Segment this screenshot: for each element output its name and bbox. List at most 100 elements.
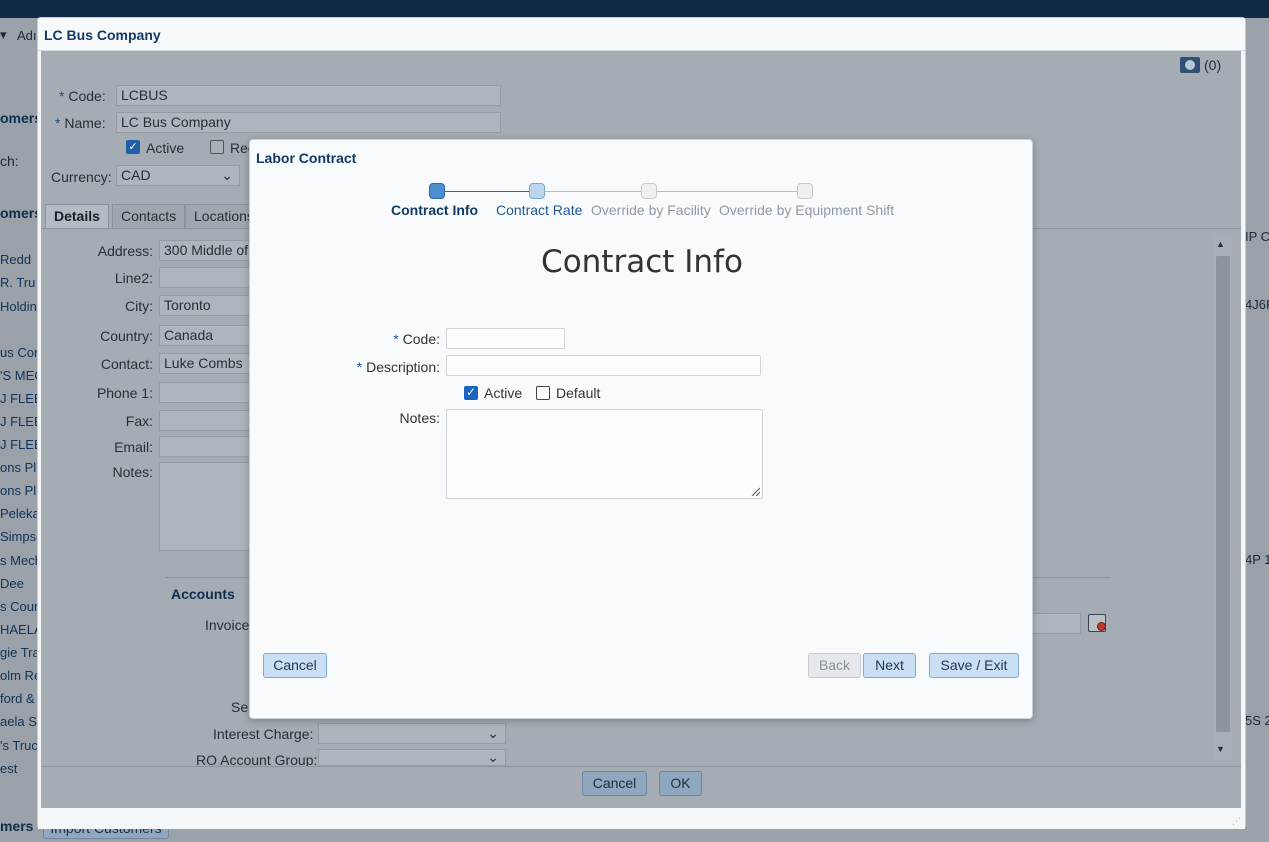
list-item[interactable]: Pelekai <box>0 502 40 525</box>
step-indicator-override-equipment-shift[interactable] <box>797 183 813 199</box>
city-label: City: <box>125 298 153 314</box>
resize-grip-icon[interactable]: ⋰ <box>1232 816 1241 827</box>
step-indicator-override-facility[interactable] <box>641 183 657 199</box>
scroll-down-icon[interactable]: ▼ <box>1216 744 1225 754</box>
active-checkbox[interactable]: ✓ <box>126 140 140 154</box>
labor-contract-dialog: Labor Contract Contract Info Contract Ra… <box>249 139 1033 719</box>
fax-label: Fax: <box>125 413 153 429</box>
list-item[interactable]: Dee <box>0 572 40 595</box>
notes-label: Notes: <box>399 410 440 426</box>
code-field[interactable] <box>446 328 565 349</box>
step-contract-info[interactable]: Contract Info <box>391 202 478 218</box>
address-label: Address: <box>97 243 153 259</box>
notes-field[interactable] <box>159 462 251 551</box>
right-column-fragment: 4J6R <box>1245 297 1269 312</box>
list-item[interactable]: us Cor <box>0 341 40 364</box>
country-field[interactable]: Canada <box>159 325 251 346</box>
list-item[interactable]: Simpso <box>0 525 40 548</box>
name-label: * Name: <box>55 115 106 131</box>
list-item[interactable]: gie Tra <box>0 641 40 664</box>
code-label: * Code: <box>59 88 106 104</box>
step-indicator-contract-info[interactable] <box>429 183 445 199</box>
step-connector <box>443 191 538 192</box>
resize-grip-icon[interactable] <box>750 486 760 496</box>
customers-list-heading-fragment: omers <box>0 205 43 221</box>
interest-charge-select[interactable]: ⌄ <box>318 723 506 744</box>
description-field[interactable] <box>446 355 761 376</box>
step-override-equipment-shift[interactable]: Override by Equipment Shift <box>719 202 894 218</box>
rec-checkbox[interactable] <box>210 140 224 154</box>
app-top-bar <box>0 0 1269 18</box>
list-item[interactable]: ford & <box>0 687 40 710</box>
list-item[interactable]: est <box>0 757 40 780</box>
scroll-up-icon[interactable]: ▲ <box>1216 239 1225 249</box>
code-label: * Code: <box>393 331 440 347</box>
notes-label: Notes: <box>112 464 153 480</box>
contact-label: Contact: <box>100 356 153 372</box>
address-field[interactable]: 300 Middle of <box>159 240 251 261</box>
tab-contacts[interactable]: Contacts <box>112 204 186 228</box>
list-item[interactable]: ons Pl <box>0 456 40 479</box>
step-override-facility[interactable]: Override by Facility <box>591 202 711 218</box>
line2-label: Line2: <box>114 270 153 286</box>
ro-account-group-label: RO Account Group: <box>196 752 318 766</box>
list-item[interactable]: J FLEE <box>0 387 40 410</box>
step-contract-rate[interactable]: Contract Rate <box>496 202 582 218</box>
list-item[interactable]: HAELA <box>0 618 40 641</box>
invoice-label: Invoice <box>205 617 250 633</box>
list-item[interactable]: Holdin <box>0 295 40 318</box>
line2-field[interactable] <box>159 267 251 288</box>
list-item[interactable]: aela S <box>0 710 40 733</box>
chevron-down-icon: ⌄ <box>487 725 499 741</box>
fax-field[interactable] <box>159 410 251 431</box>
tab-details[interactable]: Details <box>45 204 109 228</box>
list-item[interactable]: R. Tru <box>0 271 40 294</box>
active-checkbox[interactable] <box>464 385 478 400</box>
currency-label: Currency: <box>51 169 112 185</box>
name-field[interactable]: LC Bus Company <box>116 112 501 133</box>
page-title: Contract Info <box>541 244 743 280</box>
list-item[interactable]: ons Pl <box>0 479 40 502</box>
tab-locations[interactable]: Locations <box>185 204 254 228</box>
interest-charge-label: Interest Charge: <box>213 726 314 742</box>
cancel-button[interactable]: Cancel <box>263 653 327 678</box>
notes-textarea[interactable] <box>446 409 763 499</box>
dialog-title: LC Bus Company <box>44 27 161 43</box>
city-field[interactable]: Toronto <box>159 295 251 316</box>
default-checkbox[interactable] <box>536 386 550 400</box>
contact-field[interactable]: Luke Combs <box>159 353 251 374</box>
step-indicator-contract-rate[interactable] <box>529 183 545 199</box>
cancel-button[interactable]: Cancel <box>582 771 647 796</box>
list-item[interactable]: s Coun <box>0 595 40 618</box>
list-item[interactable]: J FLEE <box>0 410 40 433</box>
list-item[interactable]: 'S MEC <box>0 364 40 387</box>
back-button[interactable]: Back <box>808 653 861 678</box>
email-field[interactable] <box>159 436 251 457</box>
save-exit-button[interactable]: Save / Exit <box>929 653 1019 678</box>
right-column-fragment: 4P 1 <box>1245 552 1269 567</box>
description-label: * Description: <box>356 359 440 375</box>
next-button[interactable]: Next <box>863 653 916 678</box>
menu-chevron-icon[interactable]: ▾ <box>0 27 7 43</box>
calendar-icon[interactable] <box>1088 614 1106 632</box>
camera-icon[interactable] <box>1180 57 1200 73</box>
country-label: Country: <box>100 328 153 344</box>
list-item[interactable]: 's Truc <box>0 734 40 757</box>
scrollbar-thumb[interactable] <box>1216 256 1230 732</box>
list-item[interactable]: Redd <box>0 248 40 271</box>
phone-field[interactable] <box>159 382 251 403</box>
phone-label: Phone 1: <box>96 385 153 401</box>
list-item[interactable]: s Mech <box>0 549 40 572</box>
list-item[interactable]: olm Re <box>0 664 40 687</box>
list-item[interactable]: J FLEE <box>0 433 40 456</box>
right-column-fragment: IP C <box>1245 229 1269 244</box>
code-field[interactable]: LCBUS <box>116 85 501 106</box>
currency-select[interactable]: CAD ⌄ <box>116 165 240 186</box>
bottom-heading-fragment: mers <box>0 818 34 834</box>
ok-button[interactable]: OK <box>659 771 702 796</box>
ro-account-group-select[interactable]: ⌄ <box>318 749 506 766</box>
menu-admin[interactable]: Adı <box>17 28 37 43</box>
right-column-fragment: 5S 2 <box>1245 713 1269 728</box>
step-connector <box>545 191 649 192</box>
dialog-footer: ⋰ <box>38 808 1245 829</box>
